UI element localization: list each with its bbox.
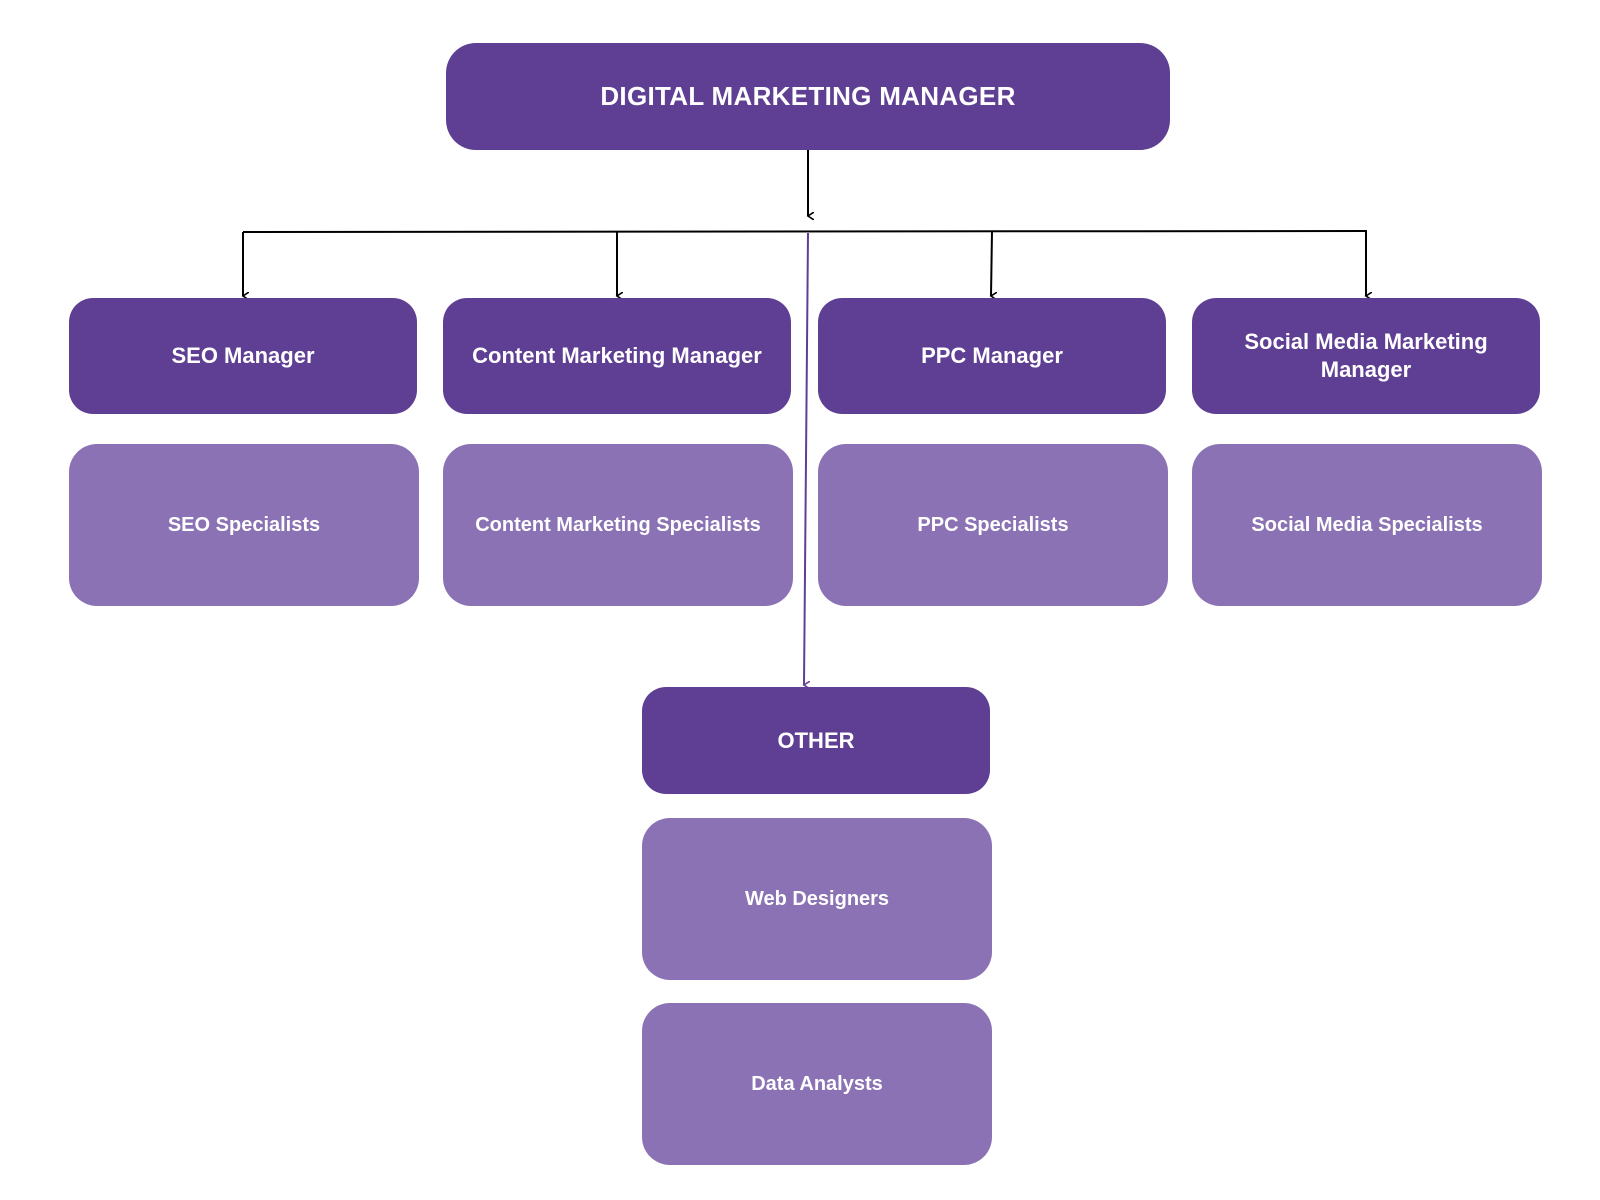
node-other: OTHER [642, 687, 990, 794]
node-seo-manager: SEO Manager [69, 298, 417, 414]
node-ppc-manager: PPC Manager [818, 298, 1166, 414]
node-web-designers: Web Designers [642, 818, 992, 980]
connector-ppc [991, 230, 992, 296]
node-seo-specialists: SEO Specialists [69, 444, 419, 606]
node-content-marketing-specialists: Content Marketing Specialists [443, 444, 793, 606]
connector-other [804, 232, 808, 685]
node-data-analysts: Data Analysts [642, 1003, 992, 1165]
node-content-marketing-manager: Content Marketing Manager [443, 298, 791, 414]
node-ppc-specialists: PPC Specialists [818, 444, 1168, 606]
branch-bar [242, 230, 1368, 233]
node-social-media-specialists: Social Media Specialists [1192, 444, 1542, 606]
root-node-digital-marketing-manager: DIGITAL MARKETING MANAGER [446, 43, 1170, 150]
node-social-media-marketing-manager: Social Media Marketing Manager [1192, 298, 1540, 414]
